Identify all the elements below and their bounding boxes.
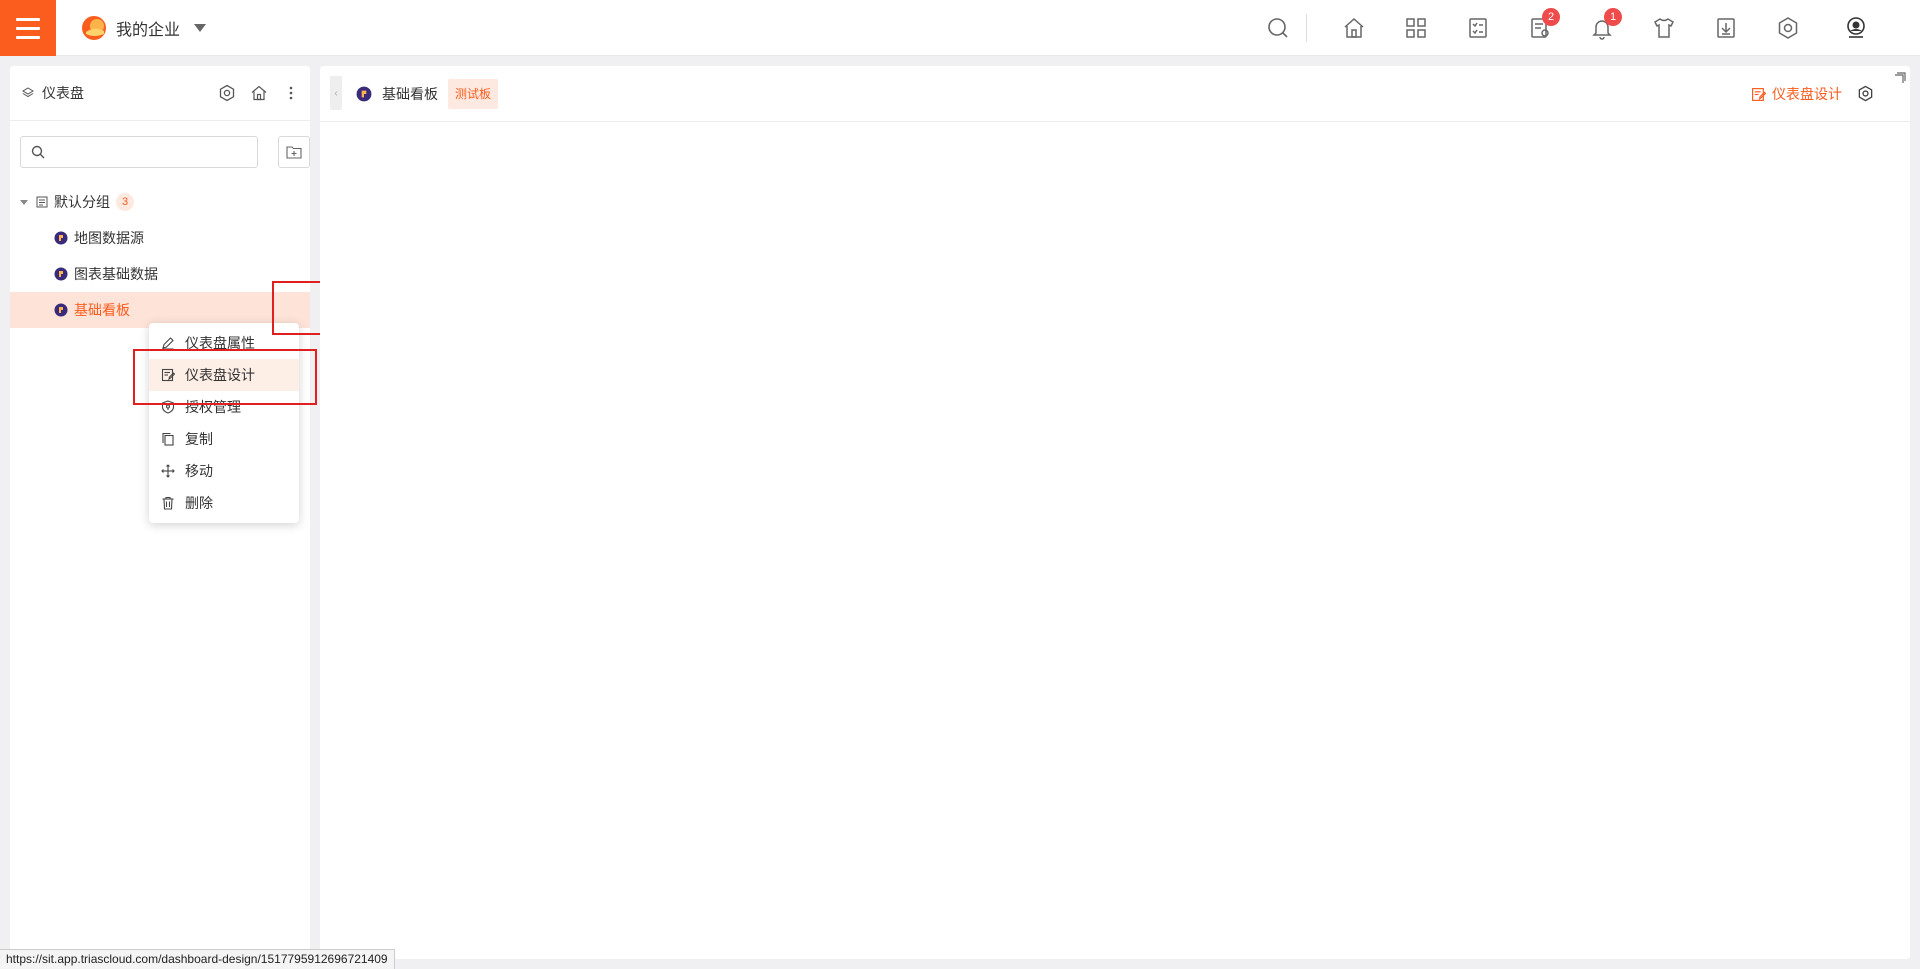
- gear-icon[interactable]: [218, 84, 236, 102]
- dashboard-tree: 默认分组 3 地图数据源 图表基础数据 基础看板: [10, 184, 310, 328]
- home-icon[interactable]: [250, 84, 268, 102]
- org-switcher[interactable]: 我的企业: [80, 14, 207, 42]
- dashboard-design-button[interactable]: 仪表盘设计: [1751, 84, 1842, 104]
- top-bar: 我的企业 2 1: [0, 0, 1920, 56]
- page-title: 基础看板: [382, 86, 438, 102]
- sidebar-header: 仪表盘: [10, 66, 310, 121]
- more-vertical-icon[interactable]: [282, 84, 300, 102]
- main-title-wrap: 基础看板 测试板: [356, 78, 499, 110]
- chevron-down-icon[interactable]: [20, 199, 28, 205]
- edit-icon: [162, 337, 174, 350]
- menu-line: [16, 26, 40, 30]
- menu-item-authorization[interactable]: 授权管理: [149, 391, 299, 423]
- menu-item-label: 仪表盘设计: [185, 367, 255, 383]
- menu-item-move[interactable]: 移动: [149, 455, 299, 487]
- home-icon[interactable]: [1342, 16, 1366, 40]
- menu-line: [16, 17, 40, 21]
- folder-plus-icon: [286, 146, 302, 159]
- apps-icon[interactable]: [1404, 16, 1428, 40]
- chevron-down-icon: [194, 24, 207, 32]
- context-menu: 仪表盘属性 仪表盘设计 授权管理 复制 移动 删除: [149, 323, 299, 523]
- search-box: [20, 136, 258, 168]
- copy-icon: [162, 432, 174, 446]
- shirt-icon[interactable]: [1652, 16, 1676, 40]
- menu-item-label: 删除: [185, 495, 213, 511]
- dashboard-item-icon: [356, 86, 372, 102]
- design-button-label: 仪表盘设计: [1772, 86, 1842, 102]
- org-logo-icon: [82, 16, 106, 40]
- design-icon: [1752, 87, 1766, 101]
- bell-icon[interactable]: 1: [1590, 8, 1622, 40]
- tree-item-label: 图表基础数据: [74, 266, 158, 282]
- menu-item-copy[interactable]: 复制: [149, 423, 299, 455]
- add-folder-button[interactable]: [278, 136, 310, 168]
- group-label: 默认分组: [54, 194, 110, 210]
- search-icon: [31, 145, 45, 159]
- search-icon[interactable]: [1266, 16, 1290, 40]
- menu-item-dashboard-properties[interactable]: 仪表盘属性: [149, 327, 299, 359]
- shield-icon: [161, 400, 175, 414]
- dashboard-item-icon: [54, 303, 68, 317]
- gear-icon[interactable]: [1857, 85, 1874, 102]
- group-count-badge: 3: [116, 193, 134, 211]
- sidebar-search-row: [20, 136, 310, 168]
- menu-line: [16, 35, 40, 39]
- org-name: 我的企业: [116, 22, 181, 39]
- main-header: ‹ 基础看板 测试板 仪表盘设计: [320, 66, 1910, 122]
- checklist-icon[interactable]: [1466, 16, 1490, 40]
- hamburger-menu-button[interactable]: [0, 0, 56, 56]
- status-tag: 测试板: [448, 79, 499, 109]
- tree-group-default[interactable]: 默认分组 3: [10, 184, 310, 220]
- menu-item-delete[interactable]: 删除: [149, 487, 299, 519]
- menu-item-label: 移动: [185, 463, 213, 479]
- sidebar-actions: [218, 84, 300, 102]
- toolbar-divider: [1306, 14, 1307, 42]
- move-icon: [161, 464, 175, 478]
- collapse-sidebar-button[interactable]: ‹: [330, 76, 342, 110]
- user-avatar-icon[interactable]: [1844, 16, 1868, 40]
- trash-icon: [162, 496, 174, 510]
- fullscreen-corner-icon[interactable]: [1894, 72, 1906, 84]
- tree-item-label: 地图数据源: [74, 230, 144, 246]
- design-icon: [161, 368, 175, 382]
- menu-item-dashboard-design[interactable]: 仪表盘设计: [149, 359, 299, 391]
- download-icon[interactable]: [1714, 16, 1738, 40]
- tree-item-map-datasource[interactable]: 地图数据源: [10, 220, 310, 256]
- chevron-left-icon: ‹: [334, 87, 338, 99]
- dashboard-item-icon: [54, 267, 68, 281]
- gear-icon[interactable]: [1776, 16, 1800, 40]
- tree-item-label: 基础看板: [74, 302, 130, 318]
- menu-item-label: 授权管理: [185, 399, 241, 415]
- menu-item-label: 复制: [185, 431, 213, 447]
- group-list-icon: [36, 196, 48, 208]
- menu-item-label: 仪表盘属性: [185, 335, 255, 351]
- tree-item-chart-basic-data[interactable]: 图表基础数据: [10, 256, 310, 292]
- sidebar-title: 仪表盘: [42, 85, 84, 101]
- browser-status-url: https://sit.app.triascloud.com/dashboard…: [0, 949, 395, 969]
- task-icon[interactable]: 2: [1528, 8, 1560, 40]
- dashboard-main-panel: ‹ 基础看板 测试板 仪表盘设计: [320, 66, 1910, 959]
- notification-badge: 1: [1604, 8, 1622, 26]
- layers-icon: [22, 87, 34, 98]
- task-badge: 2: [1542, 8, 1560, 26]
- search-input[interactable]: [51, 138, 251, 166]
- dashboard-item-icon: [54, 231, 68, 245]
